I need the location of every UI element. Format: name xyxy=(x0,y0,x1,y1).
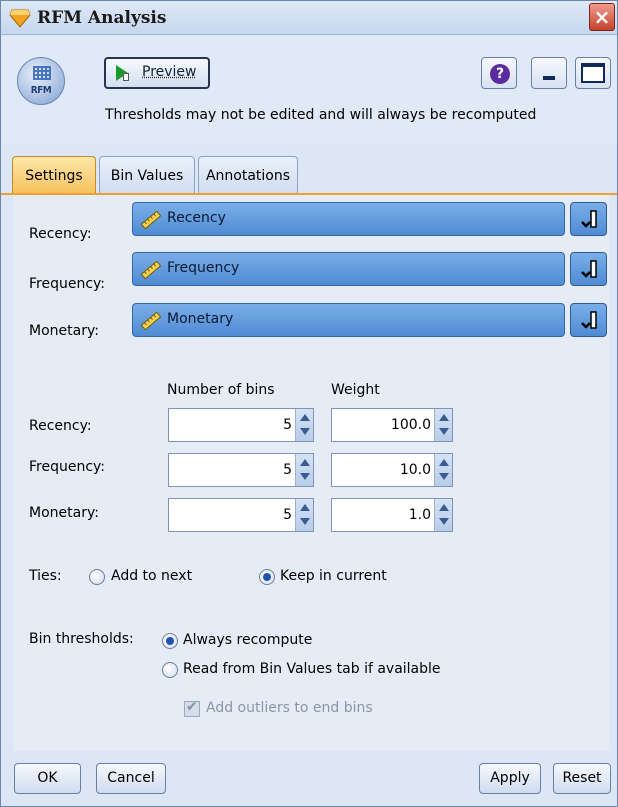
read-from-bin-values-label[interactable]: Read from Bin Values tab if available xyxy=(183,661,441,677)
recency-field-label: Recency: xyxy=(29,226,92,242)
field-picker-icon xyxy=(581,260,597,278)
minimize-icon xyxy=(543,76,555,80)
monetary-bins-stepper[interactable]: 5 xyxy=(168,498,314,532)
weight-column-header: Weight xyxy=(331,382,380,398)
tab-annotations[interactable]: Annotations xyxy=(198,156,298,194)
ruler-icon xyxy=(140,260,162,280)
diamond-icon xyxy=(9,9,31,28)
window-title: RFM Analysis xyxy=(37,8,167,28)
monetary-weight-value: 1.0 xyxy=(408,507,431,523)
always-recompute-radio[interactable] xyxy=(162,633,178,649)
frequency-weight-value: 10.0 xyxy=(399,462,431,478)
spinner-arrows-icon[interactable] xyxy=(434,409,452,441)
frequency-field-picker-button[interactable] xyxy=(570,252,607,286)
ties-add-to-next-label[interactable]: Add to next xyxy=(111,568,192,584)
spinner-arrows-icon[interactable] xyxy=(295,499,313,531)
spinner-arrows-icon[interactable] xyxy=(295,454,313,486)
apply-button[interactable]: Apply xyxy=(479,763,541,794)
spinner-arrows-icon[interactable] xyxy=(434,454,452,486)
recency-weight-value: 100.0 xyxy=(390,417,431,433)
recency-bins-stepper[interactable]: 5 xyxy=(168,408,314,442)
checkmark-icon: ✔ xyxy=(186,699,198,715)
help-icon: ? xyxy=(490,64,510,84)
tab-bin-values[interactable]: Bin Values xyxy=(99,156,195,194)
rfm-node-icon: RFM xyxy=(17,57,65,105)
frequency-field-select[interactable]: Frequency xyxy=(132,252,565,286)
help-button[interactable]: ? xyxy=(481,57,517,89)
ruler-icon xyxy=(140,311,162,331)
frequency-bins-value: 5 xyxy=(283,462,292,478)
frequency-weight-stepper[interactable]: 10.0 xyxy=(331,453,453,487)
spinner-arrows-icon[interactable] xyxy=(295,409,313,441)
bin-thresholds-label: Bin thresholds: xyxy=(29,631,134,647)
info-message: Thresholds may not be edited and will al… xyxy=(105,107,537,123)
ties-keep-in-current-label[interactable]: Keep in current xyxy=(280,568,387,584)
monetary-field-label: Monetary: xyxy=(29,323,99,339)
bins-column-header: Number of bins xyxy=(167,382,275,398)
add-outliers-label: Add outliers to end bins xyxy=(206,700,373,716)
frequency-field-label: Frequency: xyxy=(29,276,106,292)
maximize-button[interactable] xyxy=(575,57,611,89)
recency-field-select[interactable]: Recency xyxy=(132,202,565,236)
ok-button[interactable]: OK xyxy=(14,763,81,794)
frequency-bins-label: Frequency: xyxy=(29,459,106,475)
monetary-field-value: Monetary xyxy=(167,311,234,327)
ruler-icon xyxy=(140,210,162,230)
preview-button[interactable]: Preview xyxy=(104,57,210,89)
monetary-weight-stepper[interactable]: 1.0 xyxy=(331,498,453,532)
preview-label: Preview xyxy=(142,64,197,80)
minimize-button[interactable] xyxy=(531,57,567,89)
node-header: RFM Preview ? Thresholds may not be edit… xyxy=(1,36,617,144)
add-outliers-checkbox[interactable]: ✔ xyxy=(184,699,200,717)
read-from-bin-values-radio[interactable] xyxy=(162,662,178,678)
frequency-bins-stepper[interactable]: 5 xyxy=(168,453,314,487)
ties-add-to-next-radio[interactable] xyxy=(89,569,105,585)
field-picker-icon xyxy=(581,311,597,329)
close-icon: × xyxy=(593,5,611,29)
maximize-icon xyxy=(581,63,605,83)
cancel-button[interactable]: Cancel xyxy=(96,763,166,794)
reset-button[interactable]: Reset xyxy=(553,763,611,794)
ties-keep-in-current-radio[interactable] xyxy=(259,569,275,585)
recency-field-value: Recency xyxy=(167,210,226,226)
monetary-bins-label: Monetary: xyxy=(29,505,99,521)
frequency-field-value: Frequency xyxy=(167,260,240,276)
recency-weight-stepper[interactable]: 100.0 xyxy=(331,408,453,442)
title-bar[interactable]: RFM Analysis × xyxy=(1,1,617,35)
recency-bins-value: 5 xyxy=(283,417,292,433)
monetary-field-select[interactable]: Monetary xyxy=(132,303,565,337)
ties-label: Ties: xyxy=(29,568,62,584)
monetary-field-picker-button[interactable] xyxy=(570,303,607,337)
close-button[interactable]: × xyxy=(589,3,615,31)
tab-settings[interactable]: Settings xyxy=(12,156,96,194)
rfm-analysis-window: RFM Analysis × RFM Preview ? Thresholds … xyxy=(0,0,618,807)
field-picker-icon xyxy=(581,210,597,228)
rfm-node-label: RFM xyxy=(30,85,52,96)
spinner-arrows-icon[interactable] xyxy=(434,499,452,531)
recency-bins-label: Recency: xyxy=(29,418,92,434)
recency-field-picker-button[interactable] xyxy=(570,202,607,236)
always-recompute-label[interactable]: Always recompute xyxy=(183,632,312,648)
monetary-bins-value: 5 xyxy=(283,507,292,523)
